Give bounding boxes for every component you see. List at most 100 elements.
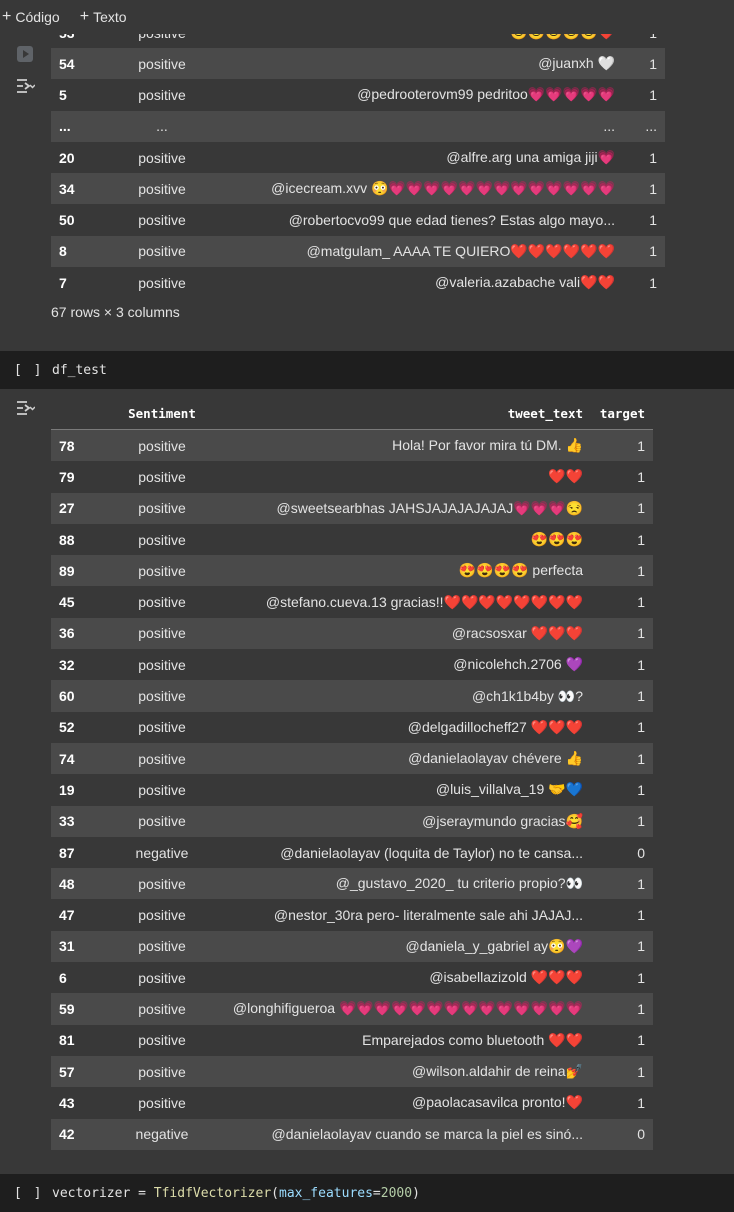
table-row: 52 positive @delgadillocheff27 ❤️❤️❤️ 1 (51, 712, 653, 743)
row-text: @ch1k1b4by 👀? (215, 680, 591, 712)
row-index: 89 (51, 555, 109, 587)
row-index: 79 (59, 468, 75, 485)
table-row: 43 positive @paolacasavilca pronto!❤️ 1 (51, 1087, 653, 1118)
row-sentiment: positive (138, 594, 186, 611)
row-text: @sweetsearbhas JAHSJAJAJAJAJAJ💗💗💗😒 (215, 492, 591, 524)
row-index: 88 (59, 531, 75, 548)
row-text: Hola! Por favor mira tú DM. 👍 (215, 429, 591, 462)
row-text: Emparejados como bluetooth ❤️❤️ (362, 1031, 583, 1048)
row-target: 1 (591, 993, 653, 1025)
sentiment-header: Sentiment (109, 397, 215, 430)
row-sentiment: positive (138, 719, 186, 736)
add-text-button[interactable]: + Texto (79, 8, 133, 26)
table-row: 34 positive @icecream.xvv 😳💗💗💗💗💗💗💗💗💗💗💗💗💗 1 (51, 173, 665, 205)
row-index: 81 (59, 1032, 75, 1049)
table-row: 32 positive @nicolehch.2706 💜 1 (51, 649, 653, 680)
row-target: 1 (591, 680, 653, 712)
add-code-button[interactable]: + Código (2, 9, 66, 26)
row-text: @racsosxar ❤️❤️❤️ (215, 617, 591, 650)
row-target: 1 (637, 781, 645, 798)
add-code-label: Código (15, 9, 60, 25)
row-index: 6 (59, 969, 67, 986)
row-index: 53 (51, 34, 109, 48)
code-cell-vectorizer[interactable]: [ ] vectorizer = TfidfVectorizer(max_fea… (0, 1174, 734, 1212)
output-toggle-icon[interactable] (14, 76, 36, 96)
row-target: 0 (637, 844, 645, 861)
row-sentiment: positive (138, 969, 186, 986)
code-cell-df-test[interactable]: [ ] df_test (0, 351, 734, 389)
output-toggle-icon[interactable] (14, 398, 36, 418)
table-row: 60 positive @ch1k1b4by 👀? 1 (51, 680, 653, 712)
row-index: 57 (51, 1055, 109, 1088)
clipped-table: 53 positive 😊😊😊😊😊❤️ 1 (51, 34, 665, 48)
row-index: 74 (51, 742, 109, 775)
row-index: 60 (51, 680, 109, 712)
row-sentiment: positive (109, 742, 215, 775)
play-icon[interactable] (14, 44, 36, 64)
row-text: @robertocvo99 que edad tienes? Estas alg… (288, 212, 615, 229)
row-text: @delgadillocheff27 ❤️❤️❤️ (407, 718, 583, 735)
table-row: 7 positive @valeria.azabache vali❤️❤️ 1 (51, 267, 665, 298)
row-index: 47 (59, 907, 75, 924)
table-row: 78 positive Hola! Por favor mira tú DM. 👍 1 (51, 429, 653, 462)
row-text: @danielaolayav cuando se marca la piel e… (215, 1118, 591, 1150)
row-sentiment: positive (138, 907, 186, 924)
code-param: max_features (279, 1185, 373, 1201)
row-target: 1 (591, 492, 653, 524)
code-variable: vectorizer (52, 1185, 131, 1201)
code-function: TfidfVectorizer (153, 1185, 272, 1201)
row-target: 1 (591, 617, 653, 650)
row-index: 43 (59, 1094, 75, 1111)
add-text-label: Texto (93, 9, 127, 25)
row-index: 36 (51, 617, 109, 650)
table-row: 54 positive @juanxh 🤍 1 (51, 48, 665, 80)
code-operator: = (130, 1185, 154, 1201)
row-text: ❤️❤️ (548, 468, 583, 485)
table-row: 5 positive @pedrooterovm99 pedritoo💗💗💗💗💗 1 (51, 79, 665, 110)
row-target: 1 (591, 555, 653, 587)
table-row: 8 positive @matgulam_ AAAA TE QUIERO❤️❤️❤️… (51, 235, 665, 268)
row-sentiment: positive (109, 555, 215, 587)
row-target: 1 (649, 86, 657, 103)
table-row: 31 positive @daniela_y_gabriel ay😳💜 1 (51, 930, 653, 963)
row-index: 87 (59, 844, 75, 861)
row-text: @icecream.xvv 😳💗💗💗💗💗💗💗💗💗💗💗💗💗 (215, 173, 623, 205)
code-text[interactable]: vectorizer = TfidfVectorizer(max_feature… (52, 1186, 420, 1201)
row-index: 42 (51, 1118, 109, 1150)
row-sentiment: positive (138, 212, 186, 229)
row-text: ... (215, 110, 623, 142)
row-sentiment: positive (109, 235, 215, 268)
row-sentiment: negative (109, 1118, 215, 1150)
row-target: 1 (623, 48, 665, 80)
dataframe-output-1: 54 positive @juanxh 🤍 1 5 positive @pedrootero… (51, 48, 665, 298)
code-number: 2000 (380, 1185, 413, 1201)
row-text: @luis_villalva_19 🤝💙 (435, 781, 583, 798)
run-cell-brackets[interactable]: [ ] (14, 363, 44, 378)
table-row: 57 positive @wilson.aldahir de reina💅 1 (51, 1055, 653, 1088)
row-text: 😍😍😍😍 perfecta (215, 555, 591, 587)
table-row: 20 positive @alfre.arg una amiga jiji💗 1 (51, 142, 665, 173)
code-text[interactable]: df_test (52, 363, 107, 378)
run-cell-brackets[interactable]: [ ] (14, 1186, 44, 1201)
row-target: 1 (637, 907, 645, 924)
plus-icon: + (79, 8, 90, 25)
row-target: ... (623, 110, 665, 142)
row-index: 52 (59, 719, 75, 736)
row-sentiment: positive (109, 805, 215, 837)
row-sentiment: negative (135, 844, 189, 861)
rows-summary: 67 rows × 3 columns (51, 304, 180, 320)
row-text: @matgulam_ AAAA TE QUIERO❤️❤️❤️❤️❤️❤️ (215, 235, 623, 268)
row-text: @danielaolayav chévere 👍 (215, 742, 591, 775)
row-index: 20 (59, 149, 75, 166)
row-target: 1 (591, 1055, 653, 1088)
dataframe-output-2: Sentiment tweet_text target 78 positive Ho… (51, 397, 653, 1150)
row-target: 1 (591, 805, 653, 837)
row-target: 1 (637, 656, 645, 673)
table-row: 88 positive 😍😍😍 1 (51, 524, 653, 555)
row-index: 34 (51, 173, 109, 205)
row-sentiment: ... (109, 110, 215, 142)
row-index: 59 (51, 993, 109, 1025)
row-index: ... (51, 110, 109, 142)
row-index: 7 (59, 274, 67, 291)
row-text: @_gustavo_2020_ tu criterio propio?👀 (215, 868, 591, 900)
